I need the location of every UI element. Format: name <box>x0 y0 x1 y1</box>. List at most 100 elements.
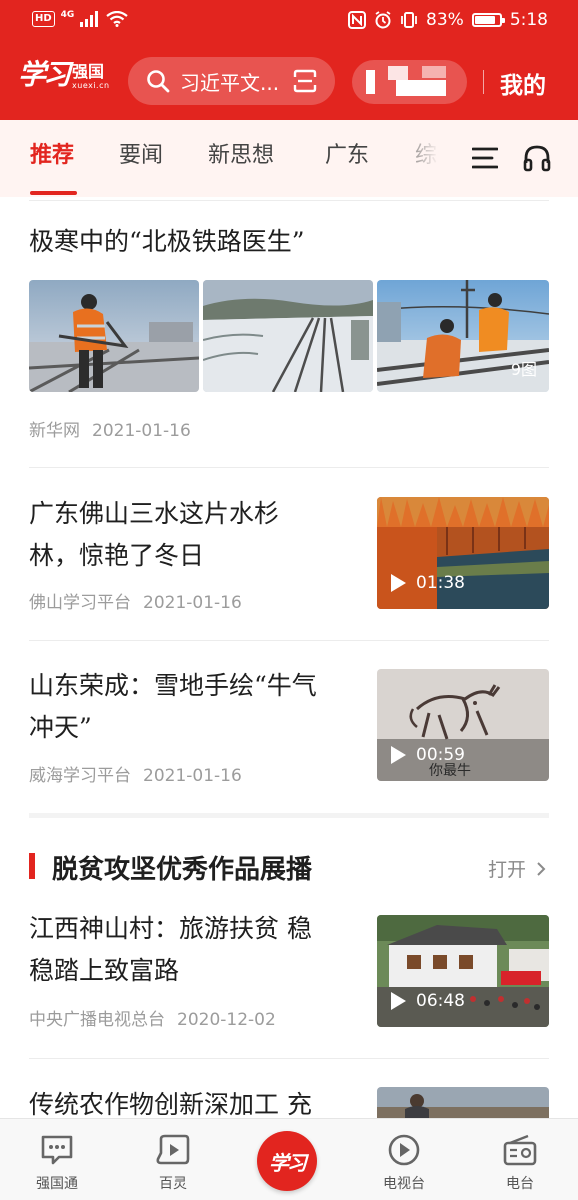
nav-qiangguotong[interactable]: 强国通 <box>12 1133 102 1193</box>
video-duration: 00:59 <box>416 745 465 765</box>
article-source: 新华网 <box>29 421 80 441</box>
nav-tv-station[interactable]: 电视台 <box>359 1133 449 1193</box>
card-separator <box>29 200 549 201</box>
article-meta: 中央广播电视总台 2020-12-02 <box>29 1005 276 1030</box>
tab-recommend[interactable]: 推荐 <box>30 141 74 171</box>
video-thumbnail-snow-ox[interactable]: 你最牛 00:59 <box>377 669 549 781</box>
battery-percent: 83% <box>426 10 464 30</box>
video-thumbnail-metasequoia[interactable]: 01:38 <box>377 497 549 609</box>
article-title[interactable]: 山东荣成：雪地手绘“牛气 冲天” <box>29 665 359 749</box>
nav-label: 强国通 <box>36 1176 78 1192</box>
article-title[interactable]: 广东佛山三水这片水杉 林，惊艳了冬日 <box>29 493 349 577</box>
mine-button[interactable]: 我的 <box>500 66 546 100</box>
video-duration: 06:48 <box>416 991 465 1011</box>
title-line: 山东荣成：雪地手绘“牛气 <box>29 671 317 700</box>
section-accent-bar <box>29 853 35 879</box>
pixelated-block <box>396 80 446 96</box>
article-date: 2020-12-02 <box>177 1010 276 1030</box>
tab-new-thought[interactable]: 新思想 <box>208 141 274 171</box>
pixelated-block <box>422 66 446 78</box>
article-date: 2021-01-16 <box>92 421 191 441</box>
tab-headlines[interactable]: 要闻 <box>119 141 163 171</box>
title-line: 稳踏上致富路 <box>29 956 180 985</box>
card-separator <box>29 1058 549 1059</box>
tab-fade <box>390 120 465 197</box>
section-separator <box>29 813 549 818</box>
play-icon <box>391 574 406 592</box>
chevron-right-icon <box>537 862 546 876</box>
tv-play-icon <box>388 1134 420 1166</box>
video-duration-overlay: 01:38 <box>391 573 465 593</box>
title-line: 江西神山村：旅游扶贫 稳 <box>29 914 312 943</box>
app-header: 学习 强国 xuexi.cn 习近平文... 我的 <box>0 42 578 120</box>
article-date: 2021-01-16 <box>143 766 242 786</box>
nfc-icon <box>348 11 367 29</box>
article-image-railway-worker[interactable] <box>29 280 199 392</box>
status-left: HD 4G <box>32 9 129 27</box>
nav-radio[interactable]: 电台 <box>475 1133 565 1193</box>
nav-label: 电视台 <box>383 1176 425 1192</box>
search-placeholder: 习近平文... <box>180 70 280 95</box>
logo-name: 强国 <box>72 62 105 81</box>
hd-badge: HD <box>32 11 55 27</box>
pixelated-block <box>388 66 408 80</box>
open-link-label: 打开 <box>487 859 526 881</box>
logo-domain: xuexi.cn <box>72 81 110 90</box>
status-right: 83% 5:18 <box>348 10 548 30</box>
snow-drawing-text: 你最牛 <box>429 763 471 779</box>
alarm-icon <box>375 11 391 29</box>
card-separator <box>29 640 549 641</box>
nav-bailing[interactable]: 百灵 <box>128 1133 218 1193</box>
wifi-icon <box>106 11 129 27</box>
article-source: 威海学习平台 <box>29 766 131 786</box>
scan-icon[interactable] <box>293 69 317 93</box>
search-icon <box>147 70 170 93</box>
user-points-pill[interactable] <box>352 60 467 104</box>
article-meta: 威海学习平台 2021-01-16 <box>29 761 242 786</box>
logo-text: 强国 xuexi.cn <box>72 62 110 91</box>
title-line: 林，惊艳了冬日 <box>29 541 205 570</box>
xuexi-home-button[interactable]: 学习 <box>257 1131 317 1191</box>
active-tab-indicator <box>30 191 77 195</box>
xuexi-logo[interactable]: 学习 强国 xuexi.cn <box>18 58 110 92</box>
article-title[interactable]: 极寒中的“北极铁路医生” <box>29 221 305 263</box>
article-meta: 佛山学习平台 2021-01-16 <box>29 588 242 613</box>
radio-icon <box>503 1134 537 1166</box>
article-meta: 新华网 2021-01-16 <box>29 416 191 441</box>
nav-label: 电台 <box>506 1176 534 1192</box>
chat-icon <box>41 1135 73 1165</box>
article-image-workers-on-track[interactable]: 9图 <box>377 280 549 392</box>
bottom-navigation: 强国通 百灵 学习 电视台 电台 <box>0 1118 578 1200</box>
network-type: 4G <box>60 9 75 20</box>
vibrate-icon <box>401 12 417 28</box>
article-title[interactable]: 江西神山村：旅游扶贫 稳 稳踏上致富路 <box>29 908 359 992</box>
battery-icon <box>471 13 505 27</box>
status-bar: HD 4G 83% 5:18 <box>0 0 578 42</box>
image-count-badge: 9图 <box>510 360 537 379</box>
header-divider <box>483 70 484 94</box>
nav-label: 百灵 <box>159 1176 187 1192</box>
card-separator <box>29 467 549 468</box>
video-thumbnail-shenshan-village[interactable]: 06:48 <box>377 915 549 1027</box>
search-input[interactable]: 习近平文... <box>128 57 335 105</box>
article-date: 2021-01-16 <box>143 593 242 613</box>
video-duration-overlay: 00:59 <box>391 745 465 765</box>
title-line: 冲天” <box>29 713 92 742</box>
article-source: 中央广播电视总台 <box>29 1010 165 1030</box>
clock: 5:18 <box>509 10 548 30</box>
title-line: 广东佛山三水这片水杉 <box>29 499 280 528</box>
article-image-snowy-tracks[interactable] <box>203 280 373 392</box>
headphones-icon[interactable] <box>522 144 552 172</box>
play-icon <box>391 746 406 764</box>
signal-icon <box>80 11 99 27</box>
video-duration: 01:38 <box>416 573 465 593</box>
section-open-link[interactable]: 打开 <box>488 855 546 882</box>
pixelated-block <box>366 70 375 94</box>
tab-guangdong[interactable]: 广东 <box>325 141 369 171</box>
play-bubble-icon <box>156 1134 190 1165</box>
menu-icon[interactable] <box>472 146 498 170</box>
play-icon <box>391 992 406 1010</box>
logo-script: 学习 <box>18 58 71 91</box>
battery-level <box>474 16 495 24</box>
home-logo-text: 学习 <box>269 1150 307 1175</box>
